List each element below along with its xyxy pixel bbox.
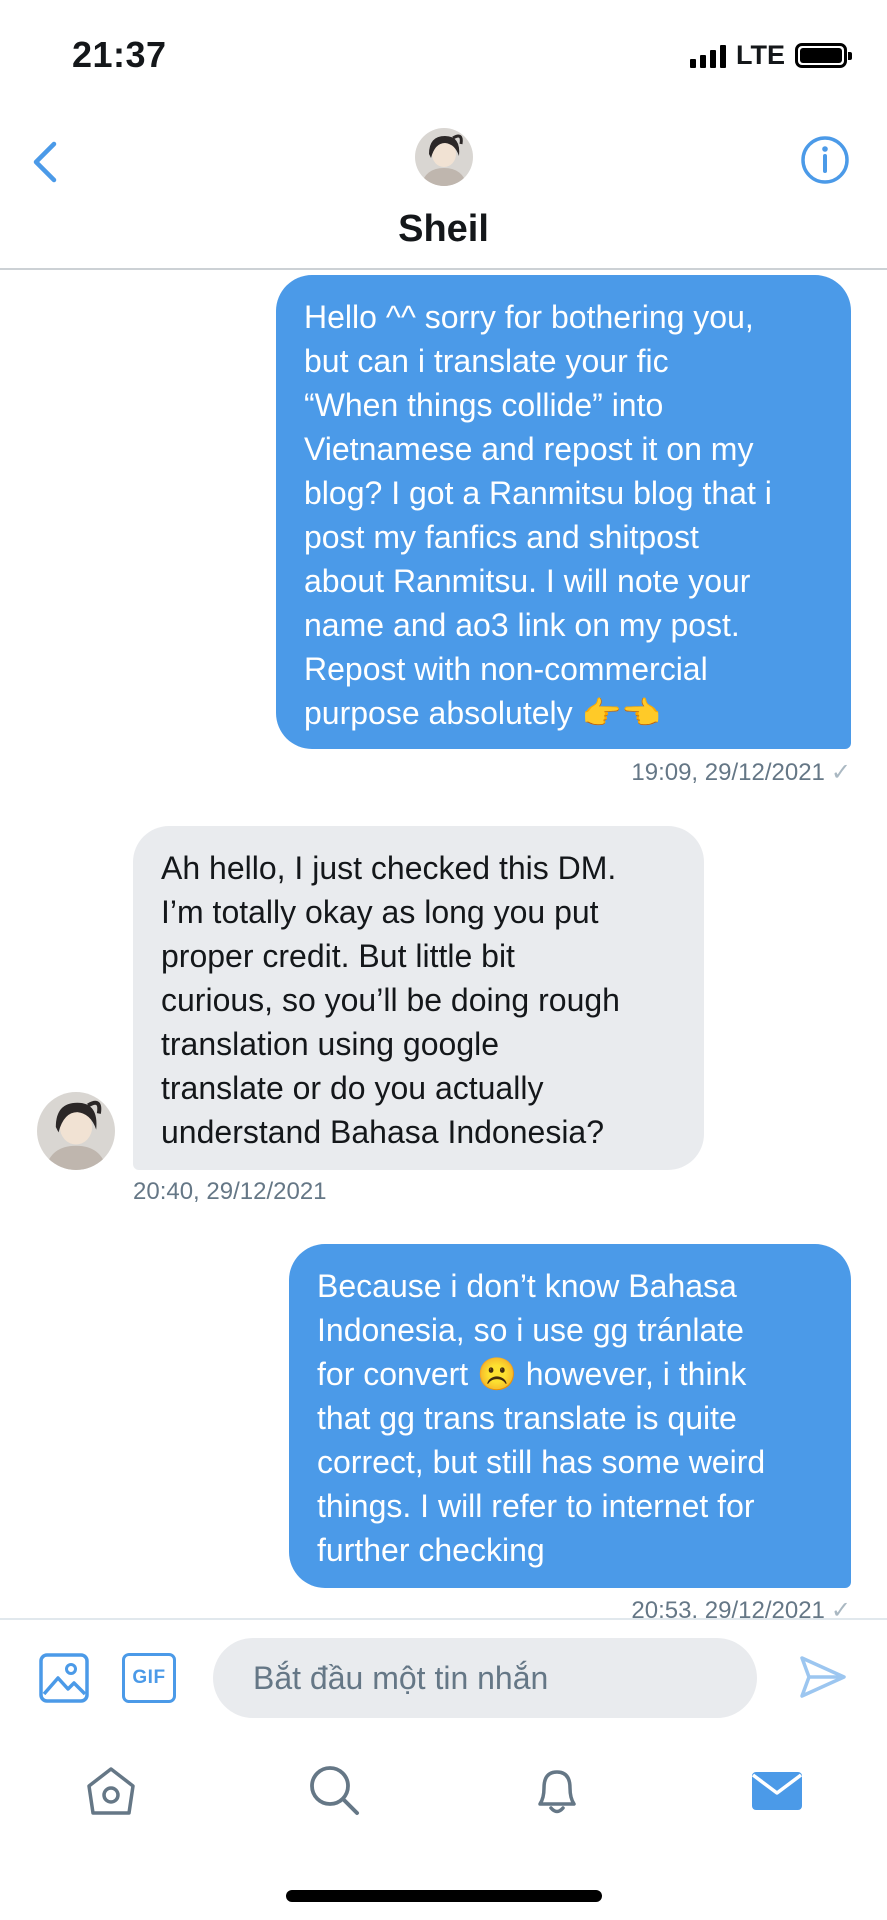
gif-button[interactable]: GIF <box>122 1653 176 1703</box>
message-composer: GIF <box>0 1618 887 1738</box>
read-check-icon: ✓ <box>830 759 851 786</box>
conversation-title[interactable]: Sheil <box>0 208 887 251</box>
tab-home[interactable] <box>81 1760 141 1820</box>
received-message-bubble[interactable]: Ah hello, I just checked this DM. I’m to… <box>133 826 704 1170</box>
message-timestamp: 20:53, 29/12/2021 <box>631 1596 825 1619</box>
message-line: translate or do you actually <box>161 1070 544 1106</box>
network-label: LTE <box>736 40 785 70</box>
message-line: name and ao3 link on my post. <box>304 607 740 643</box>
message-line: translation using google <box>161 1026 500 1062</box>
home-icon <box>87 1767 135 1815</box>
tab-bar <box>0 1738 887 1920</box>
status-bar: 21:37 LTE <box>0 0 887 110</box>
info-icon <box>801 136 849 184</box>
message-line: but can i translate your fic <box>304 343 669 379</box>
message-line: “When things collide” into <box>304 387 664 423</box>
avatar-image <box>37 1092 115 1170</box>
sent-message-bubble[interactable]: Hello ^^ sorry for bothering you, but ca… <box>276 275 851 749</box>
message-line: blog? I got a Ranmitsu blog that i <box>304 475 772 511</box>
message-line: curious, so you’ll be doing rough <box>161 982 620 1018</box>
message-line: I’m totally okay as long you put <box>161 894 599 930</box>
message-line: Indonesia, so i use gg tránlate <box>317 1312 744 1348</box>
message-line: post my fanfics and shitpost <box>304 519 699 555</box>
signal-icon <box>690 44 726 68</box>
message-line: correct, but still has some weird <box>317 1444 766 1480</box>
message-line: things. I will refer to internet for <box>317 1488 755 1524</box>
home-indicator <box>286 1890 602 1902</box>
message-line: about Ranmitsu. I will note your <box>304 563 751 599</box>
info-button[interactable] <box>799 134 851 186</box>
message-meta: 20:53, 29/12/2021 ✓ <box>631 1596 851 1619</box>
message-line: Vietnamese and repost it on my <box>304 431 754 467</box>
back-button[interactable] <box>24 136 68 188</box>
message-line: Ah hello, I just checked this DM. <box>161 850 617 886</box>
send-icon <box>800 1656 846 1698</box>
read-check-icon: ✓ <box>830 1597 851 1618</box>
gif-label: GIF <box>132 1667 166 1688</box>
message-line: proper credit. But little bit <box>161 938 515 974</box>
message-list[interactable]: Hello ^^ sorry for bothering you, but ca… <box>0 272 887 1618</box>
message-line: for convert ☹️ however, i think <box>317 1356 747 1392</box>
image-button[interactable] <box>38 1652 90 1704</box>
status-time: 21:37 <box>72 34 167 75</box>
message-meta: 20:40, 29/12/2021 <box>133 1178 327 1206</box>
conversation-header: Sheil <box>0 110 887 270</box>
avatar[interactable] <box>415 128 473 186</box>
search-icon <box>310 1766 359 1815</box>
message-timestamp: 19:09, 29/12/2021 <box>631 758 825 786</box>
message-line: further checking <box>317 1532 545 1568</box>
send-button[interactable] <box>796 1650 850 1704</box>
battery-icon <box>795 43 852 68</box>
tab-messages[interactable] <box>747 1760 807 1820</box>
message-line: understand Bahasa Indonesia? <box>161 1114 605 1150</box>
message-line: that gg trans translate is quite <box>317 1400 737 1436</box>
message-line: Hello ^^ sorry for bothering you, <box>304 299 754 335</box>
bell-icon <box>538 1770 576 1814</box>
avatar[interactable] <box>37 1092 115 1170</box>
tab-notifications[interactable] <box>527 1760 587 1820</box>
message-meta: 19:09, 29/12/2021 ✓ <box>631 758 851 787</box>
image-icon <box>39 1653 89 1703</box>
chevron-left-icon <box>33 141 57 183</box>
status-indicators: LTE <box>690 40 852 71</box>
sent-message-bubble[interactable]: Because i don’t know Bahasa Indonesia, s… <box>289 1244 851 1588</box>
message-input[interactable] <box>213 1638 757 1718</box>
tab-search[interactable] <box>304 1760 364 1820</box>
message-timestamp: 20:40, 29/12/2021 <box>133 1178 327 1205</box>
message-line: Repost with non-commercial <box>304 651 708 687</box>
message-line: purpose absolutely 👉👈 <box>304 695 662 731</box>
mail-icon <box>751 1772 803 1810</box>
avatar-image <box>415 128 473 186</box>
message-line: Because i don’t know Bahasa <box>317 1268 737 1304</box>
